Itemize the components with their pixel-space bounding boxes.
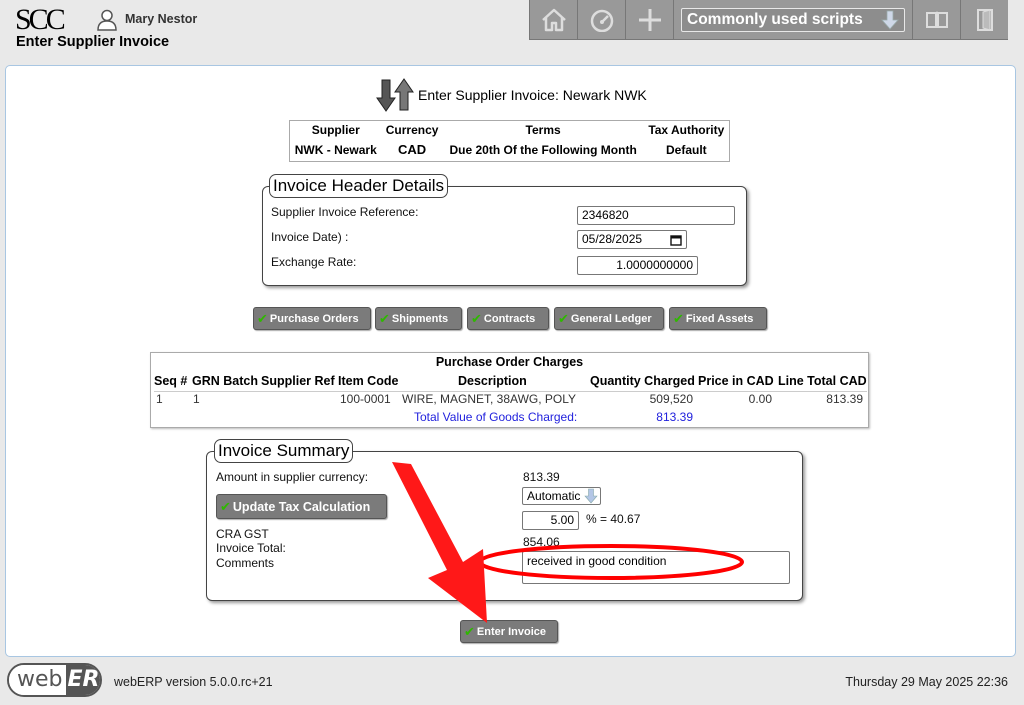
tax-mode-value: Automatic xyxy=(527,488,581,503)
company-logo: SCC xyxy=(15,3,66,36)
col-supplier: Supplier xyxy=(311,123,360,137)
invoice-summary-legend: Invoice Summary xyxy=(214,439,354,463)
item-code-value: 100-0001 xyxy=(340,392,391,406)
shipments-button[interactable]: ✔ Shipments xyxy=(375,307,462,330)
contracts-label: Contracts xyxy=(483,312,536,325)
dashboard-icon xyxy=(590,9,613,32)
update-tax-label: Update Tax Calculation xyxy=(232,499,371,514)
user-icon xyxy=(97,9,117,31)
header-details-legend: Invoice Header Details xyxy=(269,174,449,198)
logo-web: web xyxy=(9,665,66,695)
gst-label: CRA GST xyxy=(216,527,269,541)
exchange-rate-input[interactable]: 1.0000000000 xyxy=(577,256,698,275)
comments-label: Comments xyxy=(216,556,275,570)
shipments-label: Shipments xyxy=(391,312,449,325)
scripts-label: Commonly used scripts xyxy=(687,10,863,28)
logout-button[interactable] xyxy=(960,0,1008,40)
col-grn-batch: GRN Batch xyxy=(192,374,258,388)
price-value: 0.00 xyxy=(748,392,772,406)
calendar-icon[interactable] xyxy=(670,234,682,246)
total-goods-label: Total Value of Goods Charged: xyxy=(414,410,578,424)
col-terms: Terms xyxy=(525,123,561,137)
datetime-text: Thursday 29 May 2025 22:36 xyxy=(845,675,1008,689)
arrow-down-icon xyxy=(584,488,598,504)
terms-value: Due 20th Of the Following Month xyxy=(449,142,637,157)
enter-invoice-label: Enter Invoice xyxy=(476,625,546,638)
checkmark-icon: ✔ xyxy=(379,311,390,326)
invoice-total-value: 854.06 xyxy=(523,535,560,549)
col-supplier-ref: Supplier Ref xyxy=(261,374,335,388)
invoice-title: Enter Supplier Invoice: Newark NWK xyxy=(376,76,647,114)
col-tax-authority: Tax Authority xyxy=(648,123,725,137)
invoice-date-input[interactable]: 05/28/2025 xyxy=(577,230,687,249)
purchase-orders-button[interactable]: ✔ Purchase Orders xyxy=(253,307,371,330)
amount-value: 813.39 xyxy=(523,470,560,484)
scripts-menu[interactable]: Commonly used scripts xyxy=(673,0,912,40)
col-quantity: Quantity Charged xyxy=(590,374,695,388)
manual-button[interactable] xyxy=(912,0,960,40)
dashboard-button[interactable] xyxy=(577,0,625,40)
description-value: WIRE, MAGNET, 38AWG, POLY xyxy=(402,392,577,406)
amount-label: Amount in supplier currency: xyxy=(216,470,369,484)
tax-rate-input[interactable]: 5.00 xyxy=(522,511,579,530)
checkmark-icon: ✔ xyxy=(471,311,482,326)
line-total-value: 813.39 xyxy=(826,392,863,406)
logo-erp: ERP xyxy=(65,665,100,695)
checkmark-icon: ✔ xyxy=(464,624,475,639)
general-ledger-button[interactable]: ✔ General Ledger xyxy=(554,307,664,330)
general-ledger-label: General Ledger xyxy=(570,312,652,325)
supplier-info-table: Supplier Currency Terms Tax Authority NW… xyxy=(289,120,730,162)
invoice-title-text: Enter Supplier Invoice: Newark NWK xyxy=(418,87,647,103)
weberp-logo: web ERP xyxy=(7,663,102,697)
fixed-assets-label: Fixed Assets xyxy=(685,312,754,325)
invoice-total-label: Invoice Total: xyxy=(216,541,286,555)
col-description: Description xyxy=(458,374,527,388)
col-line-total: Line Total CAD xyxy=(778,374,867,388)
home-icon xyxy=(541,8,566,31)
invoice-date-value: 05/28/2025 xyxy=(582,232,643,246)
supplier-value: NWK - Newark xyxy=(294,142,377,157)
grn-batch-value: 1 xyxy=(193,392,200,406)
checkmark-icon: ✔ xyxy=(673,311,684,326)
seq-value: 1 xyxy=(156,392,163,406)
col-price: Price in CAD xyxy=(698,374,774,388)
page-title: Enter Supplier Invoice xyxy=(16,34,170,50)
comments-textarea[interactable]: received in good condition xyxy=(522,551,790,584)
checkmark-icon: ✔ xyxy=(257,311,268,326)
tax-mode-select[interactable]: Automatic xyxy=(522,487,601,505)
user-name[interactable]: Mary Nestor xyxy=(125,12,197,26)
new-item-button[interactable] xyxy=(625,0,673,40)
main-toolbar: Commonly used scripts xyxy=(529,0,1008,40)
home-button[interactable] xyxy=(529,0,577,40)
manual-icon xyxy=(925,11,948,28)
col-item-code: Item Code xyxy=(338,374,399,388)
rate-label: Exchange Rate: xyxy=(271,255,357,269)
date-label: Invoice Date) : xyxy=(271,230,349,244)
col-currency: Currency xyxy=(385,123,439,137)
tax-calc-text: % = 40.67 xyxy=(586,512,641,526)
checkmark-icon: ✔ xyxy=(220,499,231,514)
quantity-value: 509,520 xyxy=(649,392,693,406)
checkmark-icon: ✔ xyxy=(558,311,569,326)
fixed-assets-button[interactable]: ✔ Fixed Assets xyxy=(669,307,767,330)
col-seq: Seq # xyxy=(154,374,188,388)
app-header: SCC Mary Nestor Enter Supplier Invoice C… xyxy=(0,0,1024,60)
arrow-down-icon xyxy=(881,10,899,30)
total-goods-value: 813.39 xyxy=(656,410,693,424)
contracts-button[interactable]: ✔ Contracts xyxy=(467,307,549,330)
po-charges-caption: Purchase Order Charges xyxy=(435,355,584,369)
logout-icon xyxy=(976,8,993,31)
currency-value: CAD xyxy=(381,139,443,162)
po-charges-table: Purchase Order Charges Seq # GRN Batch S… xyxy=(150,352,869,428)
swap-arrows-icon xyxy=(376,78,414,112)
tax-authority-value: Default xyxy=(665,142,707,157)
scripts-dropdown-button[interactable]: Commonly used scripts xyxy=(681,7,905,32)
version-text: webERP version 5.0.0.rc+21 xyxy=(114,675,273,689)
update-tax-button[interactable]: ✔ Update Tax Calculation xyxy=(216,494,387,519)
ref-label: Supplier Invoice Reference: xyxy=(271,205,419,219)
enter-invoice-button[interactable]: ✔ Enter Invoice xyxy=(460,620,558,643)
supplier-ref-input[interactable]: 2346820 xyxy=(577,206,735,225)
plus-icon xyxy=(638,8,661,31)
purchase-orders-label: Purchase Orders xyxy=(269,312,359,325)
